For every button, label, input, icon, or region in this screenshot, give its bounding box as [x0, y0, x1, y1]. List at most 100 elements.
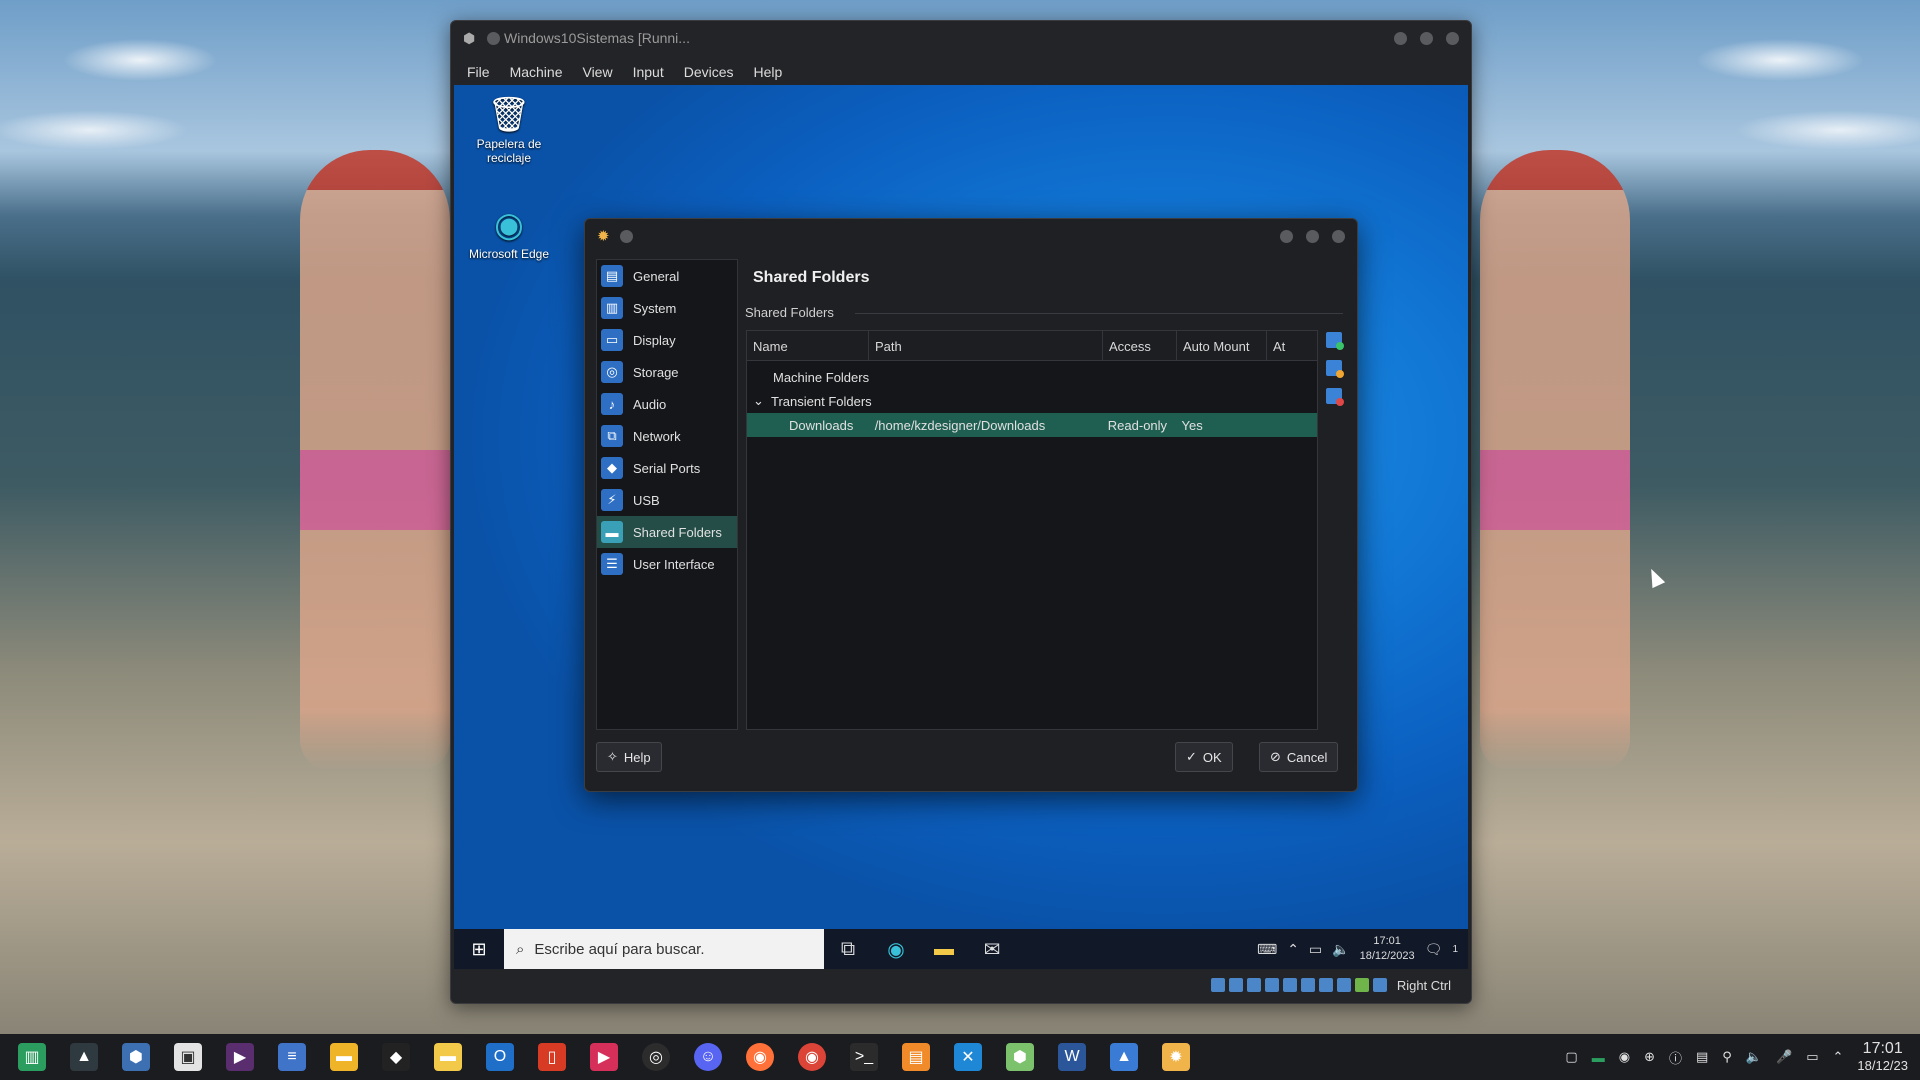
sidebar-item-label: User Interface: [633, 556, 715, 572]
package-icon[interactable]: ⬢: [994, 1034, 1046, 1080]
column-header-access[interactable]: Access: [1103, 331, 1177, 361]
sidebar-item-general[interactable]: ▤ General: [597, 260, 737, 292]
sidebar-item-audio[interactable]: ♪ Audio: [597, 388, 737, 420]
network-tray-icon[interactable]: ▭: [1309, 941, 1322, 958]
location-icon[interactable]: ⚲: [1722, 1049, 1732, 1065]
help-button[interactable]: ✧ Help: [596, 742, 662, 772]
media-player-icon[interactable]: ▶: [578, 1034, 630, 1080]
chrome-tray-icon[interactable]: ◉: [1619, 1049, 1630, 1065]
sidebar-item-storage[interactable]: ◎ Storage: [597, 356, 737, 388]
usb-status-icon[interactable]: [1282, 978, 1297, 992]
workspace-icon[interactable]: ▬: [1592, 1050, 1605, 1065]
dialog-close-button[interactable]: [1332, 229, 1345, 243]
menu-devices[interactable]: Devices: [674, 64, 744, 80]
recording-status-icon[interactable]: [1336, 978, 1351, 992]
chevron-up-icon[interactable]: ⌃: [1287, 941, 1299, 958]
maximize-button[interactable]: [1420, 31, 1433, 45]
menu-view[interactable]: View: [572, 64, 622, 80]
sidebar-item-usb[interactable]: ⚡ USB: [597, 484, 737, 516]
menu-input[interactable]: Input: [623, 64, 674, 80]
mouse-integration-icon[interactable]: [1372, 978, 1387, 992]
sidebar-item-display[interactable]: ▭ Display: [597, 324, 737, 356]
chrome-icon[interactable]: ◉: [786, 1034, 838, 1080]
system-monitor-icon[interactable]: ▲: [58, 1034, 110, 1080]
remove-folder-icon[interactable]: [1326, 388, 1344, 406]
virtualbox-taskbar-icon[interactable]: ⬢: [110, 1034, 162, 1080]
display-status-icon[interactable]: [1318, 978, 1333, 992]
inkscape-icon[interactable]: ◆: [370, 1034, 422, 1080]
office-icon[interactable]: ▯: [526, 1034, 578, 1080]
word-icon[interactable]: W: [1046, 1034, 1098, 1080]
host-clock[interactable]: 17:01 18/12/23: [1857, 1040, 1908, 1074]
desktop-icon-recycle-bin[interactable]: 🗑 Papelera de reciclaje: [464, 95, 554, 165]
ok-button[interactable]: ✓ OK: [1175, 742, 1233, 772]
info-icon[interactable]: ⓘ: [1669, 1048, 1682, 1067]
edit-folder-icon[interactable]: [1326, 360, 1344, 378]
terminal-icon[interactable]: >_: [838, 1034, 890, 1080]
chevron-down-icon[interactable]: ⌄: [747, 393, 767, 409]
app-launcher-icon[interactable]: ▥: [6, 1034, 58, 1080]
archive-manager-icon[interactable]: ▤: [890, 1034, 942, 1080]
outlook-icon[interactable]: O: [474, 1034, 526, 1080]
column-header-auto-mount[interactable]: Auto Mount: [1177, 331, 1267, 361]
dialog-minimize-button[interactable]: [1280, 229, 1293, 243]
tree-group-transient-folders[interactable]: ⌄ Transient Folders: [747, 389, 1317, 413]
notification-icon[interactable]: 🗨: [1425, 941, 1443, 958]
discord-icon[interactable]: ☺: [682, 1034, 734, 1080]
obs-icon[interactable]: ◎: [630, 1034, 682, 1080]
hard-disk-status-icon[interactable]: [1210, 978, 1225, 992]
sidebar-item-serial-ports[interactable]: ◆ Serial Ports: [597, 452, 737, 484]
menu-help[interactable]: Help: [744, 64, 793, 80]
add-folder-icon[interactable]: [1326, 332, 1344, 350]
keyboard-icon[interactable]: ⌨: [1257, 941, 1277, 958]
software-center-icon[interactable]: ▣: [162, 1034, 214, 1080]
dialog-titlebar[interactable]: ✹: [585, 219, 1357, 253]
image-viewer-icon[interactable]: ▲: [1098, 1034, 1150, 1080]
files-icon[interactable]: ▬: [318, 1034, 370, 1080]
audio-status-icon[interactable]: [1246, 978, 1261, 992]
task-view-icon[interactable]: ⧉: [824, 929, 872, 969]
desktop-icon-edge[interactable]: ◉ Microsoft Edge: [464, 205, 554, 261]
cancel-button[interactable]: ⊘ Cancel: [1259, 742, 1339, 772]
text-editor-icon[interactable]: ≡: [266, 1034, 318, 1080]
update-icon[interactable]: ⊕: [1644, 1049, 1655, 1065]
column-header-at[interactable]: At: [1267, 331, 1317, 361]
file-manager-icon[interactable]: ▬: [422, 1034, 474, 1080]
vm-titlebar[interactable]: ⬢ Windows10Sistemas [Runni...: [451, 21, 1471, 55]
vscode-icon[interactable]: ✕: [942, 1034, 994, 1080]
network-status-icon[interactable]: [1264, 978, 1279, 992]
volume-icon[interactable]: 🔈: [1332, 941, 1349, 958]
sidebar-item-network[interactable]: ⧉ Network: [597, 420, 737, 452]
shared-folders-tree[interactable]: Name Path Access Auto Mount At Machine F…: [746, 330, 1318, 730]
microphone-icon[interactable]: 🎤: [1776, 1049, 1792, 1065]
minimize-button[interactable]: [1394, 31, 1407, 45]
network-host-icon[interactable]: ▭: [1806, 1049, 1818, 1065]
edge-taskbar-icon[interactable]: ◉: [872, 929, 920, 969]
menu-machine[interactable]: Machine: [500, 64, 573, 80]
sidebar-item-user-interface[interactable]: ☰ User Interface: [597, 548, 737, 580]
sidebar-item-system[interactable]: ▥ System: [597, 292, 737, 324]
cpu-status-icon[interactable]: [1354, 978, 1369, 992]
tree-group-machine-folders[interactable]: Machine Folders: [747, 365, 1317, 389]
close-button[interactable]: [1446, 31, 1459, 45]
optical-drive-status-icon[interactable]: [1228, 978, 1243, 992]
column-header-name[interactable]: Name: [747, 331, 869, 361]
guest-search-box[interactable]: ⌕ Escribe aquí para buscar.: [504, 929, 824, 969]
desktop-icon[interactable]: ▢: [1565, 1049, 1577, 1065]
mail-icon[interactable]: ✉: [968, 929, 1016, 969]
firefox-icon[interactable]: ◉: [734, 1034, 786, 1080]
menu-file[interactable]: File: [457, 64, 500, 80]
table-row[interactable]: Downloads /home/kzdesigner/Downloads Rea…: [747, 413, 1317, 437]
settings-taskbar-icon[interactable]: ✹: [1150, 1034, 1202, 1080]
guest-clock[interactable]: 17:01 18/12/2023: [1360, 934, 1415, 964]
windows-start-button[interactable]: ⊞: [454, 929, 504, 969]
sidebar-item-shared-folders[interactable]: ▬ Shared Folders: [597, 516, 737, 548]
dialog-maximize-button[interactable]: [1306, 229, 1319, 243]
file-explorer-icon[interactable]: ▬: [920, 929, 968, 969]
volume-tray-icon[interactable]: 🔈: [1746, 1049, 1762, 1065]
chevron-up-icon[interactable]: ⌃: [1832, 1049, 1843, 1065]
shared-folders-status-icon[interactable]: [1300, 978, 1315, 992]
clipboard-icon[interactable]: ▤: [1696, 1049, 1708, 1065]
video-editor-icon[interactable]: ▶: [214, 1034, 266, 1080]
column-header-path[interactable]: Path: [869, 331, 1103, 361]
